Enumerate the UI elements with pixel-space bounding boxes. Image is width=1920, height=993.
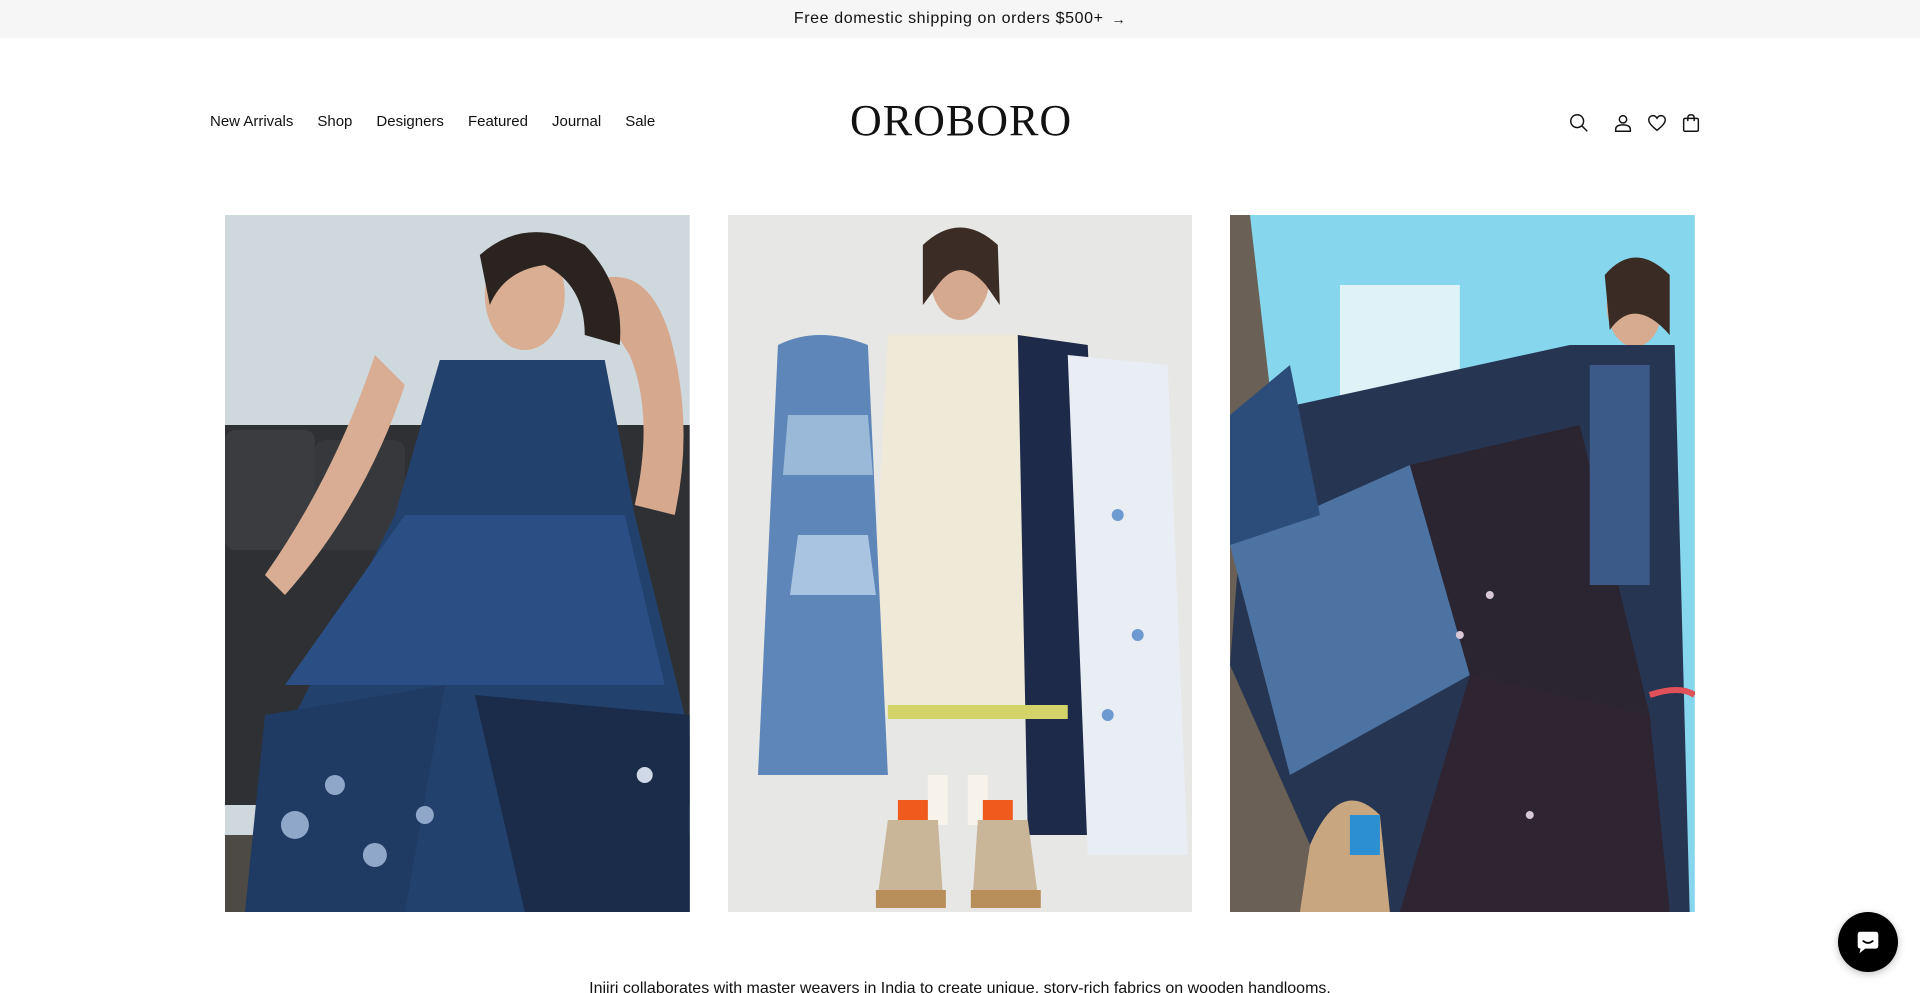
nav-shop[interactable]: Shop bbox=[317, 113, 352, 130]
chat-bubble-icon bbox=[1857, 931, 1879, 954]
gallery-image-1[interactable] bbox=[225, 215, 690, 912]
gallery-image-3[interactable] bbox=[1230, 215, 1696, 912]
nav-designers[interactable]: Designers bbox=[376, 113, 444, 130]
announcement-bar[interactable]: Free domestic shipping on orders $500+ → bbox=[0, 0, 1920, 38]
nav-sale[interactable]: Sale bbox=[625, 113, 655, 130]
search-icon[interactable] bbox=[1566, 110, 1592, 136]
arrow-right-icon: → bbox=[1111, 11, 1127, 27]
nav-new-arrivals[interactable]: New Arrivals bbox=[210, 113, 293, 130]
account-icon[interactable] bbox=[1610, 110, 1636, 136]
announcement-text: Free domestic shipping on orders $500+ bbox=[793, 10, 1104, 27]
header-icons bbox=[1566, 110, 1704, 136]
chat-button[interactable] bbox=[1838, 912, 1898, 972]
nav-featured[interactable]: Featured bbox=[468, 113, 528, 130]
site-logo[interactable]: OROBORO bbox=[850, 96, 1071, 146]
gallery-image-2[interactable] bbox=[727, 215, 1193, 912]
wishlist-heart-icon[interactable] bbox=[1644, 110, 1670, 136]
cart-icon[interactable] bbox=[1678, 110, 1704, 136]
hero-gallery bbox=[225, 215, 1696, 912]
main-nav: New Arrivals Shop Designers Featured Jou… bbox=[210, 113, 655, 130]
brand-description: Injiri collaborates with master weavers … bbox=[589, 980, 1331, 993]
site-header: New Arrivals Shop Designers Featured Jou… bbox=[0, 38, 1920, 208]
nav-journal[interactable]: Journal bbox=[552, 113, 601, 130]
